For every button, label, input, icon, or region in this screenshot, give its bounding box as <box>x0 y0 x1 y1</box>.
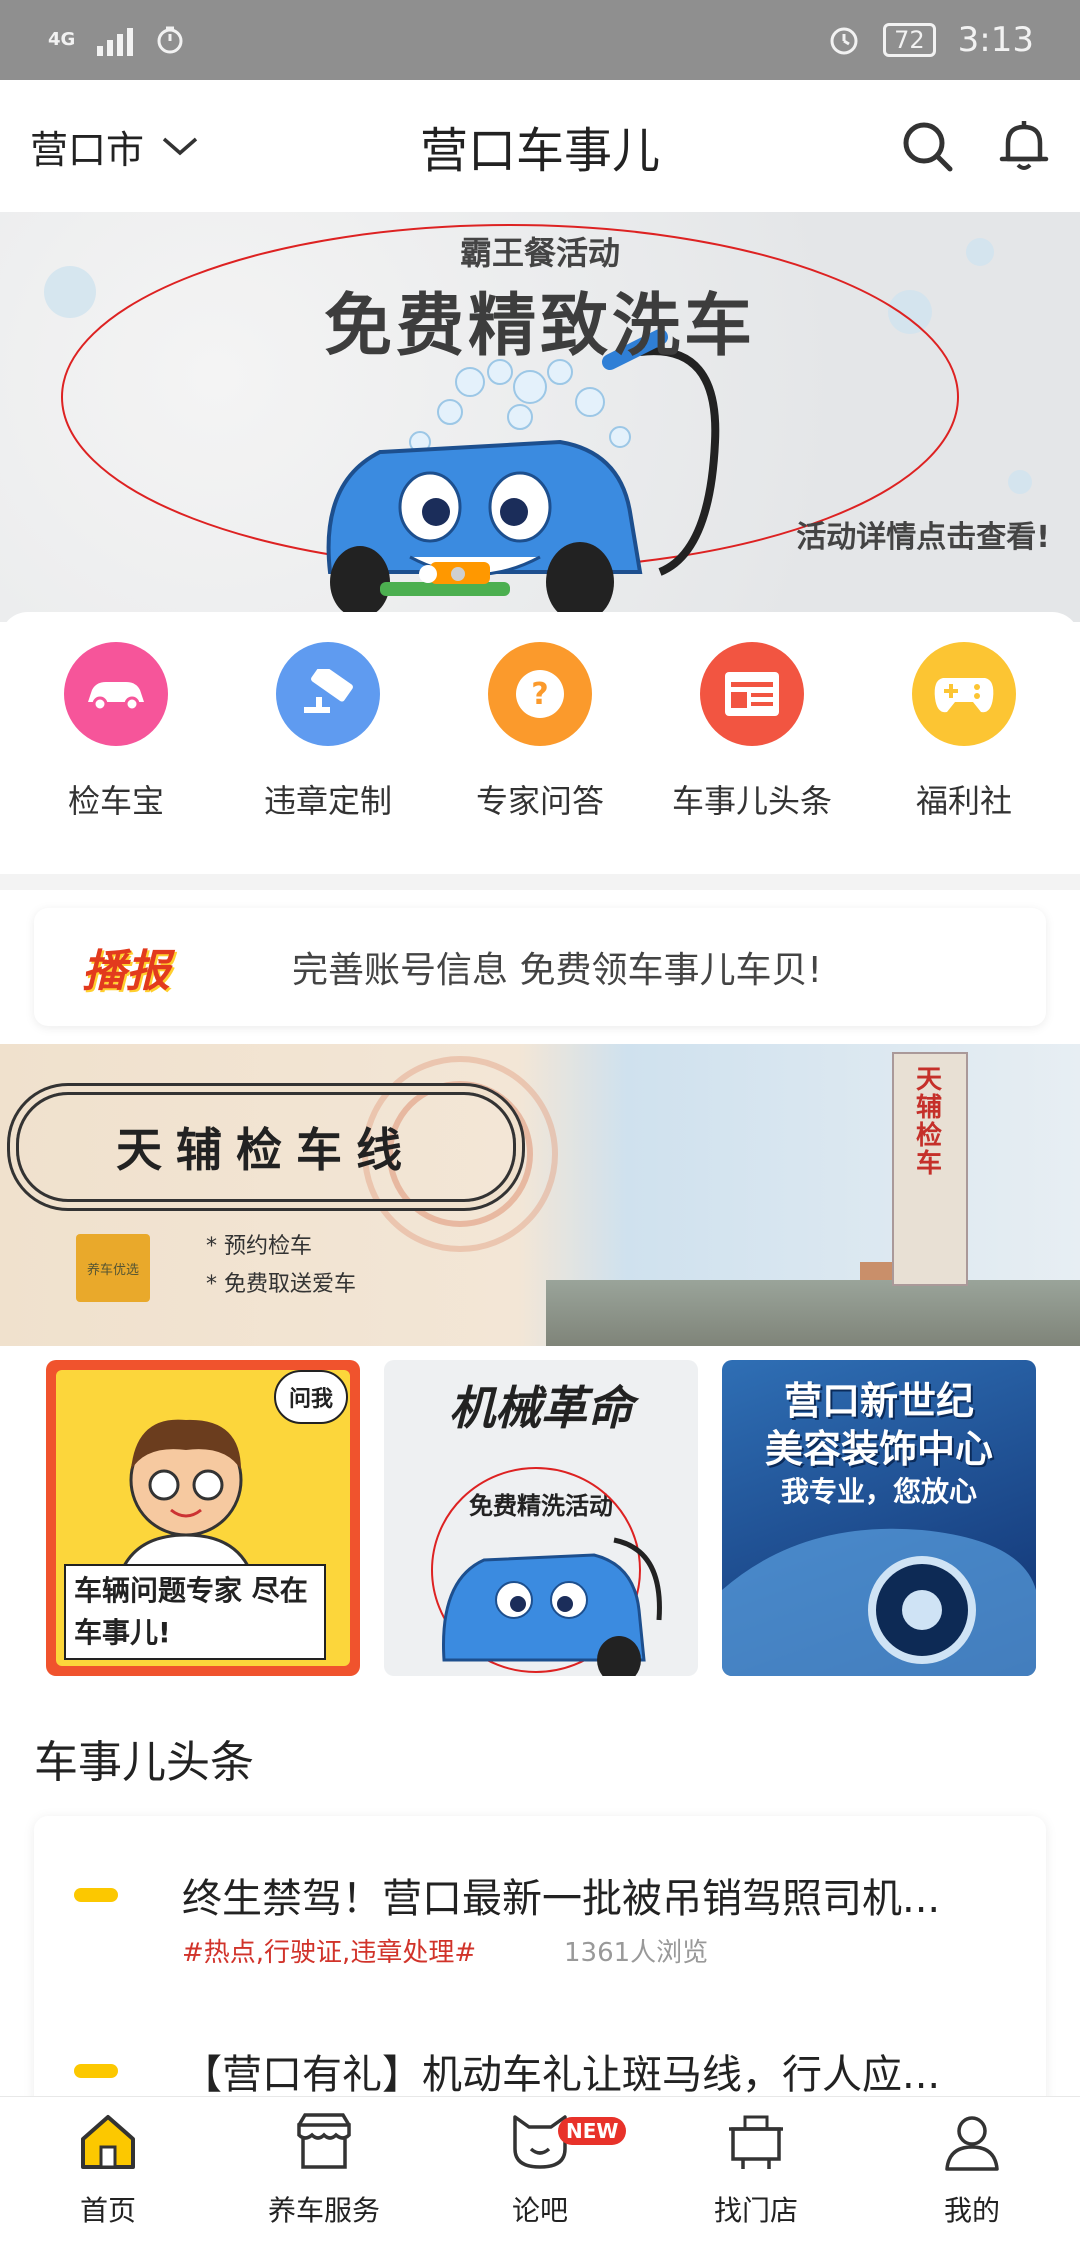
header-actions <box>790 119 1050 173</box>
question-icon: ? <box>516 670 564 718</box>
news-bullet <box>74 2064 118 2078</box>
promo-logo: 养车优选 <box>76 1234 150 1302</box>
news-views: 1361人浏览 <box>564 1938 709 1968</box>
gamepad-icon <box>934 678 994 713</box>
nav-find-store[interactable]: 找门店 <box>648 2097 864 2241</box>
promo-banner[interactable]: 天辅检车 天辅检车线 养车优选 * 预约检车 * 免费取送爱车 <box>0 1044 1080 1346</box>
user-icon <box>945 2116 999 2171</box>
city-selector[interactable]: 营口市 <box>30 119 290 174</box>
feature-violation[interactable]: 违章定制 <box>228 642 428 874</box>
tile-expert[interactable]: 问我 车辆问题专家 尽在车事儿! <box>46 1360 360 1676</box>
signal-icon <box>97 24 134 56</box>
tile-title: 营口新世纪 <box>783 1379 974 1423</box>
feature-label: 专家问答 <box>475 782 604 820</box>
promo-ground <box>546 1280 1080 1346</box>
hero-title: 免费精致洗车 <box>323 287 756 366</box>
feature-circle: ? <box>488 642 592 746</box>
city-label: 营口市 <box>30 127 145 172</box>
feature-circle <box>912 642 1016 746</box>
status-right: 72 3:13 <box>827 20 1034 60</box>
timer-icon <box>157 26 183 54</box>
wash-car-illustration <box>431 1467 662 1676</box>
network-type: 4G <box>48 29 76 50</box>
feature-grid: 检车宝 违章定制 ? 专家问答 车事儿头条 福利社 <box>0 612 1080 874</box>
promo-item: * 预约检车 <box>206 1234 312 1259</box>
nav-label: 找门店 <box>713 2194 798 2227</box>
chevron-down-icon <box>162 137 198 156</box>
store-icon <box>729 2115 783 2169</box>
nav-forum[interactable]: NEW 论吧 <box>432 2097 648 2241</box>
list-item[interactable]: 【营口有礼】机动车礼让斑马线，行人应... <box>74 2042 1006 2102</box>
tile-subtitle: 美容装饰中心 <box>764 1427 993 1471</box>
clock: 3:13 <box>957 20 1034 60</box>
page-title: 营口车事儿 <box>419 123 660 179</box>
feature-welfare[interactable]: 福利社 <box>864 642 1064 874</box>
feature-label: 福利社 <box>915 782 1012 820</box>
battery-indicator: 72 <box>883 23 936 57</box>
tile-slogan: 我专业，您放心 <box>780 1475 977 1508</box>
tile-beauty-center[interactable]: 营口新世纪 美容装饰中心 我专业，您放心 <box>722 1360 1036 1676</box>
nav-home[interactable]: 首页 <box>0 2097 216 2241</box>
hero-note: 活动详情点击查看! <box>796 520 1050 555</box>
camera-icon <box>304 669 353 713</box>
tile-text: 车辆问题专家 尽在车事儿! <box>64 1564 326 1660</box>
feature-label: 车事儿头条 <box>671 782 832 820</box>
shop-icon <box>297 2113 351 2169</box>
promo-tiles: 问我 车辆问题专家 尽在车事儿! 机械革命 免费精洗活动 营口新世纪 美容装饰中… <box>46 1360 1036 1676</box>
search-icon[interactable] <box>900 119 954 173</box>
nav-label: 首页 <box>79 2194 136 2227</box>
hero-banner[interactable]: 霸王餐活动 免费精致洗车 活动详情点击查看! <box>0 212 1080 622</box>
nav-label: 养车服务 <box>267 2194 380 2227</box>
bell-icon[interactable] <box>998 119 1050 173</box>
tower-text: 天辅检车 <box>916 1065 943 1179</box>
news-bullet <box>74 1888 118 1902</box>
bottom-nav: 首页 养车服务 NEW 论吧 找门店 我的 <box>0 2096 1080 2241</box>
feature-car-check[interactable]: 检车宝 <box>16 642 216 874</box>
feature-label: 检车宝 <box>67 782 164 820</box>
tile-wash[interactable]: 机械革命 免费精洗活动 <box>384 1360 698 1676</box>
car-icon <box>88 682 144 712</box>
news-list: 终生禁驾！营口最新一批被吊销驾照司机... #热点,行驶证,违章处理# 1361… <box>34 1816 1046 2116</box>
list-item[interactable]: 终生禁驾！营口最新一批被吊销驾照司机... #热点,行驶证,违章处理# 1361… <box>74 1866 1006 1976</box>
new-badge: NEW <box>558 2117 627 2145</box>
carousel-dots <box>419 565 465 583</box>
feature-expert-qa[interactable]: ? 专家问答 <box>440 642 640 874</box>
section-divider <box>0 874 1080 890</box>
status-bar: 4G 72 3:13 <box>0 0 1080 80</box>
announcement-bar[interactable]: 播报 完善账号信息 免费领车事儿车贝! <box>34 908 1046 1026</box>
app-header: 营口市 营口车事儿 <box>0 80 1080 212</box>
hero-subtitle: 霸王餐活动 <box>459 234 620 272</box>
feature-circle <box>276 642 380 746</box>
feature-headlines[interactable]: 车事儿头条 <box>652 642 852 874</box>
feature-circle <box>64 642 168 746</box>
news-tags: #热点,行驶证,违章处理# <box>182 1938 477 1968</box>
status-left: 4G <box>48 24 185 56</box>
news-title: 【营口有礼】机动车礼让斑马线，行人应... <box>182 2052 941 2098</box>
home-icon <box>81 2115 135 2169</box>
nav-label: 我的 <box>943 2194 1000 2227</box>
alarm-icon <box>830 27 858 55</box>
promo-item: * 免费取送爱车 <box>206 1272 356 1297</box>
ask-bubble: 问我 <box>274 1370 348 1424</box>
promo-list: * 预约检车 * 免费取送爱车 <box>206 1228 356 1304</box>
svg-text:?: ? <box>531 677 548 712</box>
news-heading: 车事儿头条 <box>34 1737 254 1788</box>
nav-car-service[interactable]: 养车服务 <box>216 2097 432 2241</box>
news-title: 终生禁驾！营口最新一批被吊销驾照司机... <box>182 1876 941 1922</box>
broadcast-badge: 播报 <box>82 946 170 997</box>
feature-circle <box>700 642 804 746</box>
nav-label: 论吧 <box>511 2194 568 2227</box>
news-icon <box>725 672 779 716</box>
promo-title: 天辅检车线 <box>16 1092 516 1202</box>
nav-me[interactable]: 我的 <box>864 2097 1080 2241</box>
announcement-text: 完善账号信息 免费领车事儿车贝! <box>292 950 822 991</box>
feature-label: 违章定制 <box>263 782 392 820</box>
